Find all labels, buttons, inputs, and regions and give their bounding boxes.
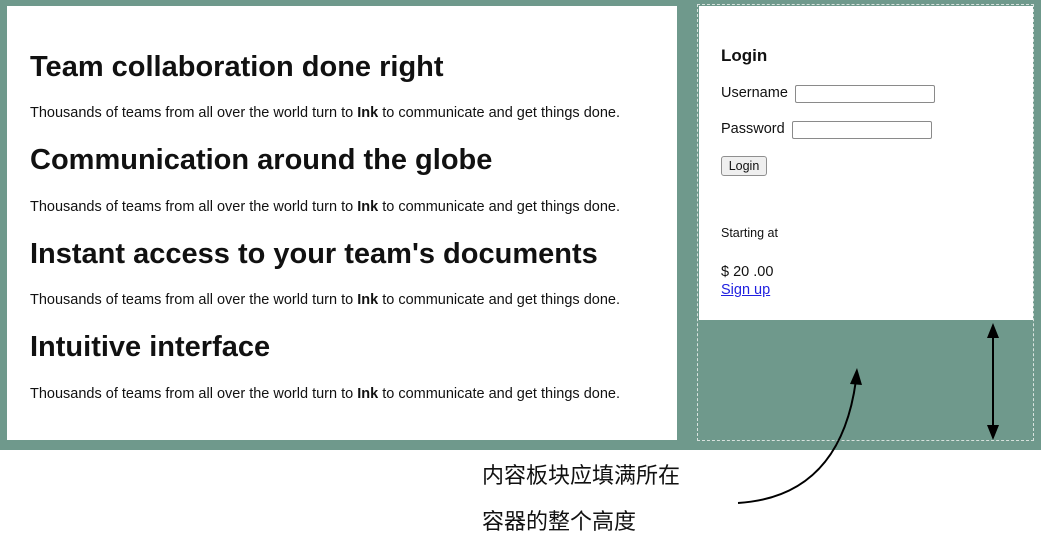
annotation-caption-line-2: 容器的整个高度 bbox=[482, 510, 637, 535]
callout-arrow-icon bbox=[737, 368, 862, 504]
height-double-arrow-icon bbox=[987, 323, 999, 440]
annotation-caption-line-1: 内容板块应填满所在 bbox=[482, 464, 681, 489]
